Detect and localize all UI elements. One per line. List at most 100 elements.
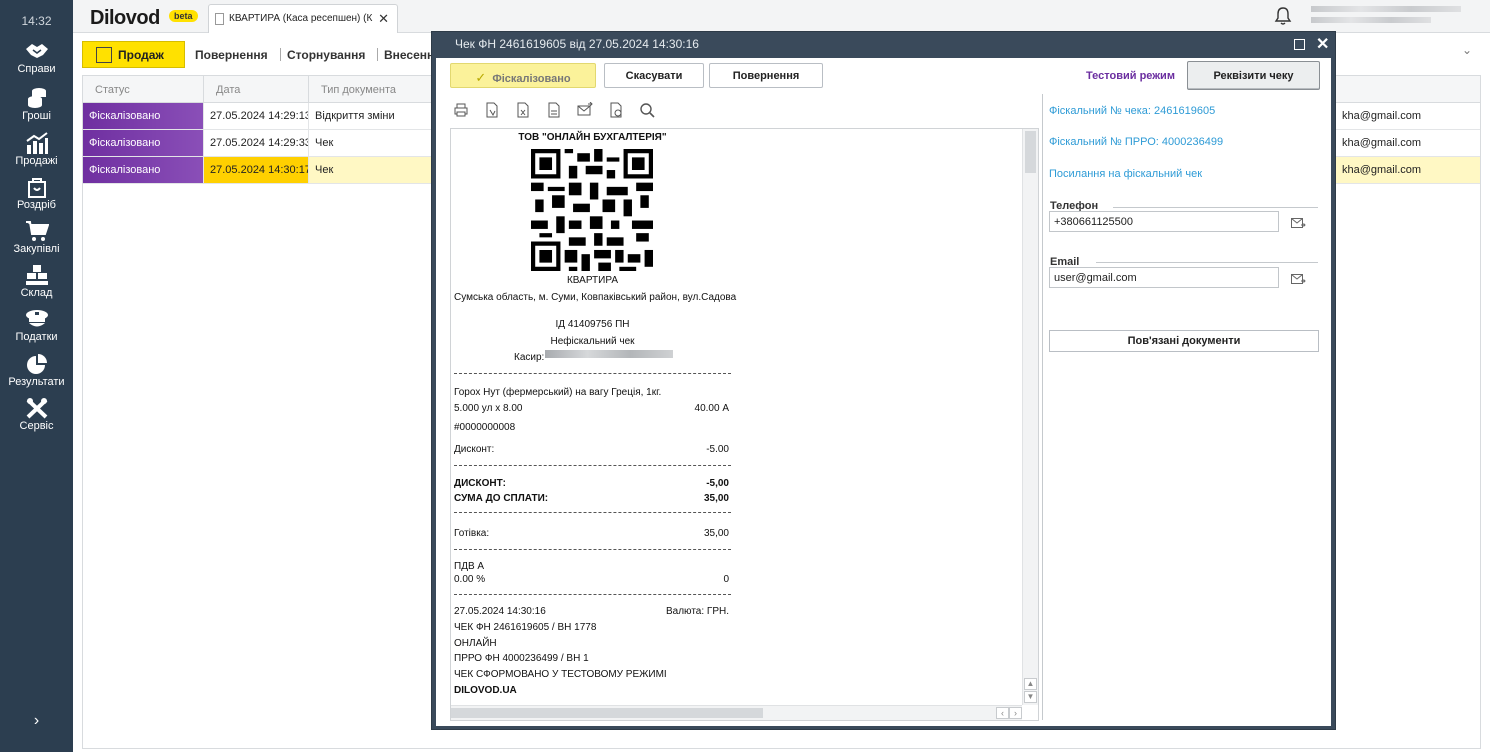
export-pdf-icon[interactable] bbox=[484, 102, 500, 118]
tools-icon bbox=[26, 398, 47, 419]
sidebar-item-taxes[interactable]: Податки bbox=[0, 308, 73, 343]
receipt-online: ОНЛАЙН bbox=[454, 638, 497, 649]
receipt-divider bbox=[454, 465, 731, 466]
receipt-total-discount-label: ДИСКОНТ: bbox=[454, 478, 506, 489]
print-icon[interactable] bbox=[453, 102, 469, 118]
receipt-prro: ПРРО ФН 4000236499 / ВН 1 bbox=[454, 653, 589, 664]
receipt-cash-label: Готівка: bbox=[454, 528, 490, 539]
column-header-type[interactable]: Тип документа bbox=[309, 76, 432, 103]
fiscal-number-link[interactable]: Фіскальний № чека: 2461619605 bbox=[1049, 105, 1215, 117]
fieldset-line bbox=[1096, 262, 1318, 263]
checkmark-icon: ✓ bbox=[475, 70, 487, 85]
receipt-toolbar bbox=[453, 102, 683, 122]
deposit-link[interactable]: Внесенн bbox=[384, 48, 434, 62]
email-cell: kha@gmail.com bbox=[1342, 110, 1422, 122]
scroll-thumb[interactable] bbox=[451, 708, 763, 718]
receipt-divider bbox=[454, 594, 731, 595]
sidebar-expand-button[interactable]: › bbox=[0, 712, 73, 730]
receipt-total-discount-value: -5,00 bbox=[706, 478, 729, 489]
receipt-item-name: Горох Нут (фермерський) на вагу Греція, … bbox=[454, 387, 662, 398]
sidebar-item-label: Склад bbox=[20, 287, 53, 299]
return-button[interactable]: Повернення bbox=[709, 63, 823, 88]
coins-icon bbox=[27, 88, 46, 108]
sidebar-item-sales[interactable]: Продажі bbox=[0, 132, 73, 167]
officer-cap-icon bbox=[25, 310, 48, 327]
sidebar-item-affairs[interactable]: Справи bbox=[0, 40, 73, 75]
sidebar-item-purchases[interactable]: Закупівлі bbox=[0, 220, 73, 255]
chevron-down-icon[interactable]: ⌄ bbox=[1462, 43, 1472, 57]
date-cell: 27.05.2024 14:29:13 bbox=[204, 103, 309, 129]
sidebar-item-service[interactable]: Сервіс bbox=[0, 397, 73, 432]
sale-button[interactable]: Продаж bbox=[82, 41, 185, 68]
receipt-requisites-button[interactable]: Реквізити чеку bbox=[1187, 61, 1320, 90]
test-mode-label: Тестовий режим bbox=[1086, 70, 1175, 82]
pie-chart-icon bbox=[26, 354, 47, 374]
handshake-icon bbox=[25, 44, 48, 58]
scroll-left-button[interactable]: ‹ bbox=[996, 707, 1009, 719]
receipt-currency: Валюта: ГРН. bbox=[665, 606, 729, 617]
receipt-cashier-label: Касир: bbox=[514, 352, 545, 363]
chart-icon bbox=[25, 132, 48, 154]
sidebar-item-label: Закупівлі bbox=[13, 243, 60, 255]
email-cell: kha@gmail.com bbox=[1342, 164, 1422, 176]
date-cell: 27.05.2024 14:29:33 bbox=[204, 130, 309, 156]
boxes-icon bbox=[25, 265, 48, 285]
fiscalized-button[interactable]: ✓ Фіскалізовано bbox=[450, 63, 596, 88]
receipt-company: ТОВ "ОНЛАЙН БУХГАЛТЕРІЯ" bbox=[518, 132, 667, 143]
phone-input[interactable]: +380661125500 bbox=[1049, 211, 1279, 232]
type-cell: Відкриття зміни bbox=[309, 103, 432, 129]
dialog-body: ✓ Фіскалізовано Скасувати Повернення Тест… bbox=[436, 58, 1331, 726]
send-email-icon[interactable] bbox=[577, 102, 593, 118]
sidebar-item-warehouse[interactable]: Склад bbox=[0, 264, 73, 299]
scroll-thumb[interactable] bbox=[1025, 131, 1036, 173]
sidebar-item-money[interactable]: Гроші bbox=[0, 87, 73, 122]
column-header-date[interactable]: Дата bbox=[204, 76, 309, 103]
user-info-blurred[interactable] bbox=[1311, 6, 1461, 28]
cancel-button[interactable]: Скасувати bbox=[604, 63, 704, 88]
sidebar-item-results[interactable]: Результати bbox=[0, 353, 73, 388]
tab-close-button[interactable]: ✕ bbox=[376, 11, 389, 27]
receipt-id: ІД 41409756 ПН bbox=[555, 319, 630, 330]
send-sms-icon[interactable] bbox=[1291, 217, 1306, 229]
document-tab-title: КВАРТИРА (Каса ресепшен) (К bbox=[229, 13, 373, 24]
main-sidebar: 14:32 Справи Гроші Продажі Роздріб Закуп… bbox=[0, 0, 73, 752]
prro-number-link[interactable]: Фіскальний № ПРРО: 4000236499 bbox=[1049, 136, 1223, 148]
status-cell: Фіскалізовано bbox=[83, 157, 204, 183]
vertical-scrollbar[interactable]: ▲ ▼ bbox=[1022, 129, 1038, 705]
receipt-discount-label: Дисконт: bbox=[454, 444, 495, 455]
export-excel-icon[interactable] bbox=[515, 102, 531, 118]
export-doc-icon[interactable] bbox=[546, 102, 562, 118]
maximize-button[interactable] bbox=[1294, 39, 1305, 50]
horizontal-scrollbar[interactable]: ‹ › bbox=[451, 705, 1022, 720]
search-icon[interactable] bbox=[639, 102, 655, 118]
receipt-vat-rate: 0.00 % bbox=[454, 574, 486, 585]
receipt-footer: DILOVOD.UA bbox=[454, 685, 517, 696]
receipt-preview[interactable]: ТОВ "ОНЛАЙН БУХГАЛТЕРІЯ" КВАРТИРА Сумськ… bbox=[450, 128, 1039, 721]
settings-doc-icon[interactable] bbox=[608, 102, 624, 118]
sidebar-item-label: Справи bbox=[17, 63, 56, 75]
sidebar-item-retail[interactable]: Роздріб bbox=[0, 176, 73, 211]
bell-icon[interactable] bbox=[1273, 6, 1293, 26]
scroll-down-button[interactable]: ▼ bbox=[1024, 691, 1037, 703]
fiscalized-label: Фіскалізовано bbox=[492, 73, 571, 85]
top-bar: Dilovod beta КВАРТИРА (Каса ресепшен) (К… bbox=[73, 0, 1490, 33]
column-header-status[interactable]: Статус bbox=[83, 76, 204, 103]
sale-icon bbox=[96, 47, 112, 63]
send-email-icon[interactable] bbox=[1291, 273, 1306, 285]
return-link[interactable]: Повернення bbox=[195, 48, 268, 62]
status-cell: Фіскалізовано bbox=[83, 103, 204, 129]
scroll-right-button[interactable]: › bbox=[1009, 707, 1022, 719]
linked-documents-button[interactable]: Пов'язані документи bbox=[1049, 330, 1319, 352]
sidebar-item-label: Податки bbox=[15, 331, 58, 343]
reversal-link[interactable]: Сторнування bbox=[287, 48, 365, 62]
sale-button-label: Продаж bbox=[118, 48, 164, 62]
scroll-up-button[interactable]: ▲ bbox=[1024, 678, 1037, 690]
date-cell: 27.05.2024 14:30:17 bbox=[204, 157, 309, 183]
fiscal-receipt-link[interactable]: Посилання на фіскальний чек bbox=[1049, 168, 1202, 180]
email-input[interactable]: user@gmail.com bbox=[1049, 267, 1279, 288]
close-icon[interactable]: ✕ bbox=[1316, 34, 1329, 54]
type-cell: Чек bbox=[309, 130, 432, 156]
cart-icon bbox=[25, 221, 49, 241]
document-tab[interactable]: КВАРТИРА (Каса ресепшен) (К ✕ bbox=[208, 4, 398, 33]
fieldset-line bbox=[1113, 207, 1318, 208]
